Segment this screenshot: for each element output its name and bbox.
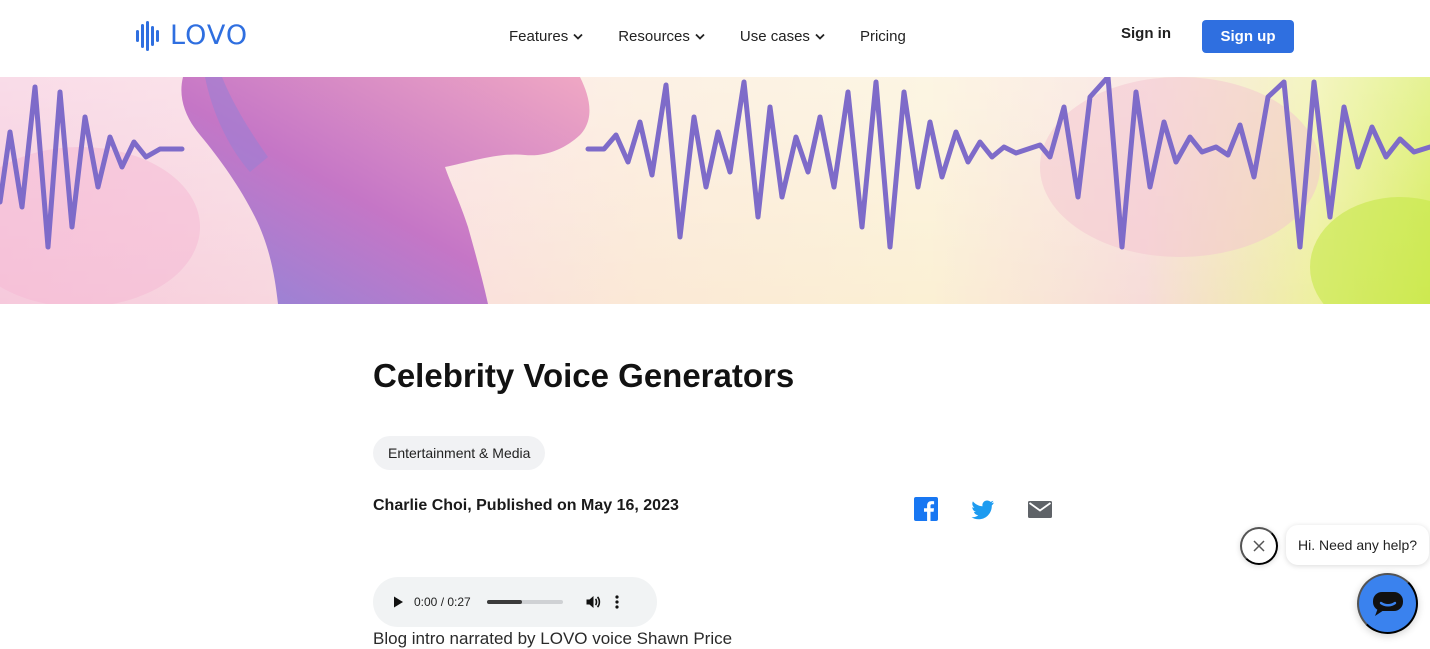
site-header: LOVO Features Resources Use cases Pricin… bbox=[0, 0, 1430, 77]
chat-launcher-button[interactable] bbox=[1357, 573, 1418, 634]
chevron-down-icon bbox=[695, 33, 705, 40]
audio-player: 0:00 / 0:27 bbox=[373, 577, 657, 627]
chevron-down-icon bbox=[573, 33, 583, 40]
email-share-button[interactable] bbox=[1028, 497, 1052, 521]
twitter-icon bbox=[971, 500, 994, 520]
page-title: Celebrity Voice Generators bbox=[373, 357, 795, 394]
chat-icon bbox=[1372, 591, 1403, 616]
more-options-icon[interactable] bbox=[615, 595, 619, 609]
nav-item-label: Use cases bbox=[739, 27, 810, 45]
logo-text: LOVO bbox=[170, 20, 249, 51]
facebook-icon bbox=[914, 497, 938, 521]
audio-buffered-fill bbox=[486, 600, 523, 604]
nav-item-features[interactable]: Features bbox=[509, 25, 583, 47]
close-icon bbox=[1253, 540, 1265, 552]
category-tag[interactable]: Entertainment & Media bbox=[373, 436, 546, 470]
byline: Charlie Choi, Published on May 16, 2023 bbox=[373, 497, 679, 514]
hero-banner bbox=[0, 77, 1430, 304]
nav-item-use-cases[interactable]: Use cases bbox=[740, 25, 825, 47]
audio-caption: Blog intro narrated by LOVO voice Shawn … bbox=[373, 629, 733, 648]
nav-item-pricing[interactable]: Pricing bbox=[860, 25, 906, 47]
sign-up-button[interactable]: Sign up bbox=[1202, 20, 1294, 53]
email-icon bbox=[1028, 501, 1052, 518]
twitter-share-button[interactable] bbox=[971, 497, 995, 521]
chat-dismiss-button[interactable] bbox=[1240, 527, 1278, 565]
waveform-logo-icon bbox=[136, 21, 159, 51]
nav-item-label: Resources bbox=[618, 27, 690, 45]
main-nav: Features Resources Use cases Pricing bbox=[509, 25, 906, 47]
chat-greeting-bubble[interactable]: Hi. Need any help? bbox=[1286, 525, 1430, 565]
nav-item-label: Pricing bbox=[859, 27, 906, 45]
facebook-share-button[interactable] bbox=[914, 497, 938, 521]
chevron-down-icon bbox=[815, 33, 825, 40]
audio-time: 0:00 / 0:27 bbox=[414, 595, 471, 609]
nav-item-label: Features bbox=[509, 27, 569, 45]
lovo-logo[interactable]: LOVO bbox=[136, 20, 248, 52]
play-icon[interactable] bbox=[391, 595, 405, 609]
sign-in-link[interactable]: Sign in bbox=[1121, 25, 1171, 42]
audio-seek-bar[interactable] bbox=[486, 600, 563, 604]
hero-illustration bbox=[0, 77, 1430, 304]
volume-icon[interactable] bbox=[585, 594, 601, 610]
nav-item-resources[interactable]: Resources bbox=[618, 25, 705, 47]
